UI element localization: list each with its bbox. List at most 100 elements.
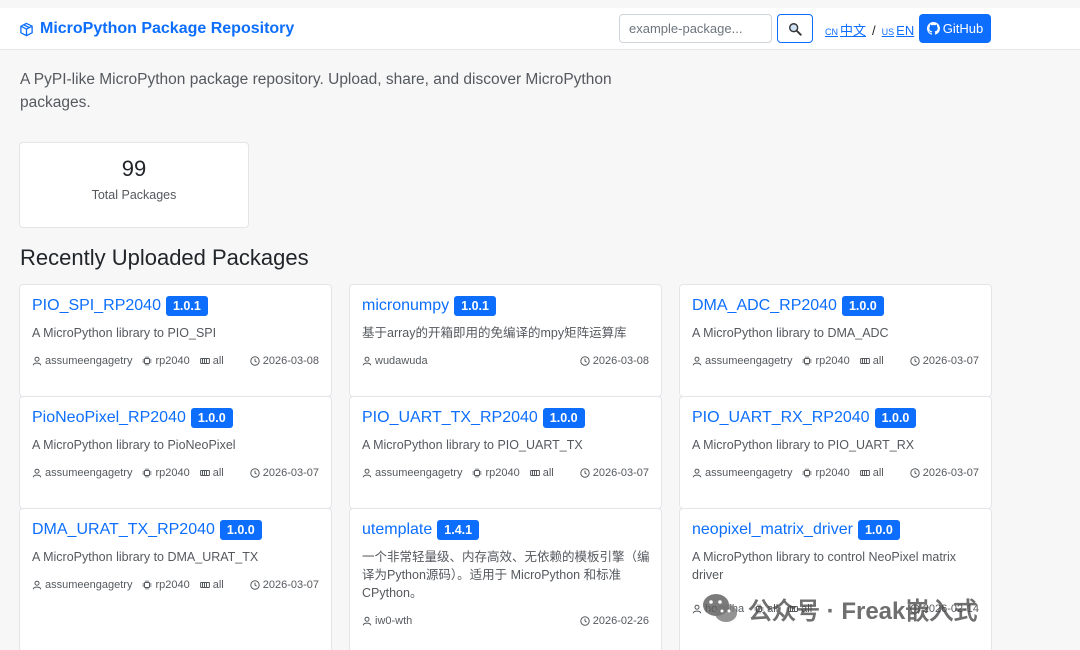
us-flag-code: US: [881, 27, 895, 37]
search-button[interactable]: [777, 14, 813, 43]
board-meta: all: [859, 355, 884, 367]
date-meta: 2026-03-08: [250, 355, 319, 367]
package-board: all: [212, 467, 224, 479]
board-icon: [788, 604, 799, 614]
package-card: PIO_SPI_RP2040 1.0.1 A MicroPython library…: [19, 284, 332, 397]
intro-text: A PyPI-like MicroPython package reposito…: [20, 71, 612, 111]
package-name-link[interactable]: PIO_SPI_RP2040: [32, 297, 161, 315]
lang-en-label: EN: [896, 23, 915, 38]
package-description: A MicroPython library to DMA_URAT_TX: [32, 550, 259, 564]
package-date: 2026-03-07: [922, 467, 979, 479]
board-meta: all: [859, 467, 884, 479]
package-name-link[interactable]: neopixel_matrix_driver: [692, 521, 853, 539]
version-badge: 1.0.0: [841, 296, 884, 316]
package-meta: hogeiha all all 2026-02-14: [692, 603, 979, 615]
package-board: all: [872, 467, 884, 479]
github-label: GitHub: [942, 21, 984, 36]
user-icon: [32, 580, 42, 590]
package-name-link[interactable]: PIO_UART_RX_RP2040: [692, 409, 870, 427]
brand-link[interactable]: MicroPython Package Repository: [19, 16, 294, 42]
chip-icon: [472, 468, 482, 478]
version-badge: 1.0.0: [857, 520, 900, 540]
package-name-link[interactable]: PIO_UART_TX_RP2040: [362, 409, 538, 427]
total-packages-card: 99 Total Packages: [19, 142, 249, 228]
user-icon: [692, 356, 702, 366]
package-card: neopixel_matrix_driver 1.0.0 A MicroPython…: [679, 508, 992, 650]
package-name-link[interactable]: utemplate: [362, 521, 432, 539]
package-date: 2026-02-26: [592, 615, 649, 627]
package-name-link[interactable]: micronumpy: [362, 297, 449, 315]
package-card-header: DMA_ADC_RP2040 1.0.0: [692, 296, 884, 316]
package-date: 2026-03-07: [262, 467, 319, 479]
date-meta: 2026-03-07: [250, 467, 319, 479]
package-name-link[interactable]: DMA_URAT_TX_RP2040: [32, 521, 215, 539]
chip-icon: [142, 580, 152, 590]
section-title: Recently Uploaded Packages: [20, 245, 309, 270]
chip-icon: [802, 468, 812, 478]
package-card: PIO_UART_RX_RP2040 1.0.0 A MicroPython lib…: [679, 396, 992, 509]
chip-meta: rp2040: [142, 467, 190, 479]
board-icon: [859, 468, 870, 478]
package-description: A MicroPython library to PIO_UART_TX: [362, 438, 583, 452]
package-card: PIO_UART_TX_RP2040 1.0.0 A MicroPython lib…: [349, 396, 662, 509]
package-card: PioNeoPixel_RP2040 1.0.0 A MicroPython lib…: [19, 396, 332, 509]
version-badge: 1.0.0: [190, 408, 233, 428]
package-card-header: PioNeoPixel_RP2040 1.0.0: [32, 408, 233, 428]
package-meta: assumeengagetry rp2040 all 2026-03-07: [692, 355, 979, 367]
package-author: assumeengagetry: [45, 467, 133, 479]
package-chip: rp2040: [155, 579, 190, 591]
version-badge: 1.0.1: [165, 296, 208, 316]
package-author: iw0-wth: [375, 615, 413, 627]
chip-meta: rp2040: [802, 467, 850, 479]
chip-icon: [802, 356, 812, 366]
user-icon: [32, 468, 42, 478]
package-date: 2026-03-08: [262, 355, 319, 367]
board-icon: [529, 468, 540, 478]
lang-cn-link[interactable]: CN 中文: [825, 20, 866, 39]
date-meta: 2026-03-08: [580, 355, 649, 367]
package-card-header: PIO_UART_TX_RP2040 1.0.0: [362, 408, 585, 428]
date-meta: 2026-03-07: [250, 579, 319, 591]
package-name-link[interactable]: DMA_ADC_RP2040: [692, 297, 837, 315]
user-icon: [362, 616, 372, 626]
total-packages-label: Total Packages: [91, 188, 177, 202]
author-meta: hogeiha: [692, 603, 744, 615]
search-input[interactable]: [619, 14, 772, 43]
package-meta: assumeengagetry rp2040 all 2026-03-07: [32, 467, 319, 479]
version-badge: 1.0.0: [542, 408, 585, 428]
total-packages-count: 99: [121, 156, 147, 181]
package-date: 2026-03-08: [592, 355, 649, 367]
date-meta: 2026-03-07: [910, 467, 979, 479]
author-meta: assumeengagetry: [32, 355, 132, 367]
github-button[interactable]: GitHub: [919, 14, 991, 43]
package-board: all: [212, 579, 224, 591]
author-meta: assumeengagetry: [692, 355, 792, 367]
user-icon: [692, 604, 702, 614]
clock-icon: [580, 468, 590, 478]
package-author: assumeengagetry: [375, 467, 463, 479]
package-description: 一个非常轻量级、内存高效、无依赖的模板引擎（编译为Python源码）。适用于 M…: [362, 550, 650, 600]
package-date: 2026-03-07: [262, 579, 319, 591]
package-card: utemplate 1.4.1 一个非常轻量级、内存高效、无依赖的模板引擎（编译为P…: [349, 508, 662, 650]
package-meta: assumeengagetry rp2040 all 2026-03-08: [32, 355, 319, 367]
board-meta: all: [199, 355, 224, 367]
author-meta: assumeengagetry: [362, 467, 462, 479]
board-icon: [859, 356, 870, 366]
clock-icon: [250, 580, 260, 590]
board-meta: all: [199, 467, 224, 479]
date-meta: 2026-02-26: [580, 615, 649, 627]
version-badge: 1.0.0: [874, 408, 917, 428]
chip-meta: rp2040: [142, 355, 190, 367]
package-board: all: [801, 603, 813, 615]
package-card-header: utemplate 1.4.1: [362, 520, 480, 540]
brand-title: MicroPython Package Repository: [40, 20, 295, 37]
package-description: A MicroPython library to control NeoPixe…: [692, 550, 956, 582]
lang-en-link[interactable]: US EN: [882, 23, 915, 38]
user-icon: [362, 468, 372, 478]
package-meta: assumeengagetry rp2040 all 2026-03-07: [692, 467, 979, 479]
package-description: A MicroPython library to DMA_ADC: [692, 326, 889, 340]
board-meta: all: [529, 467, 554, 479]
package-name-link[interactable]: PioNeoPixel_RP2040: [32, 409, 186, 427]
board-meta: all: [788, 603, 812, 615]
navbar: MicroPython Package Repository CN中文 / US…: [0, 8, 1080, 50]
